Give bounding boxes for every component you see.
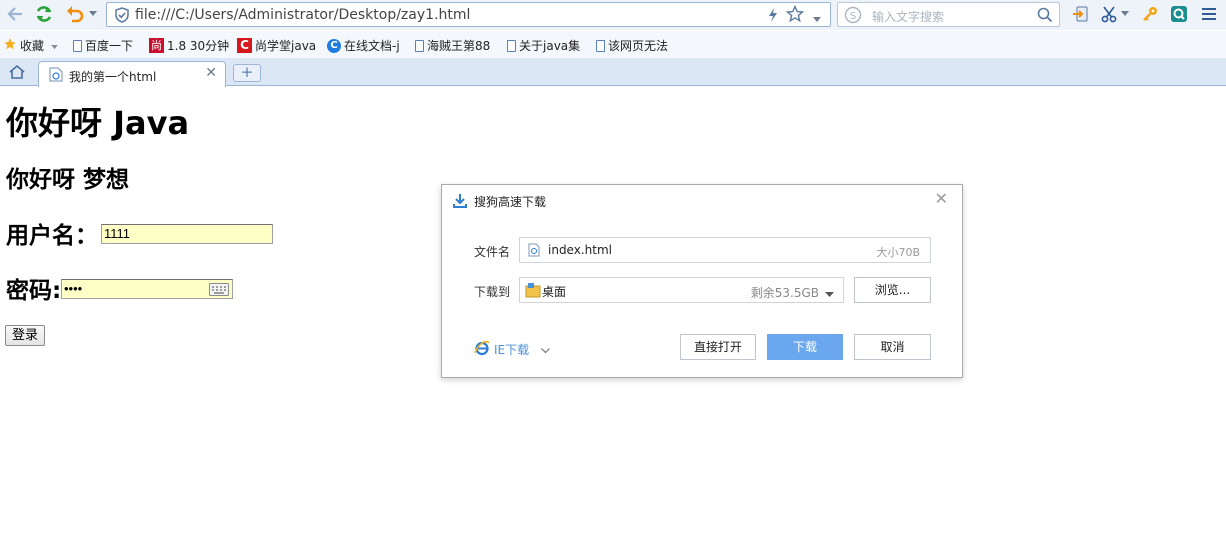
bookmark-label: 该网页无法 (608, 39, 669, 53)
address-text[interactable]: file:///C:/Users/Administrator/Desktop/z… (135, 7, 470, 23)
bookmarks-bar: 收藏 百度一下 尚 1.8 30分钟 C 尚学堂java C 在线文档-j 海贼… (0, 31, 1226, 58)
open-directly-button[interactable]: 直接打开 (680, 334, 756, 360)
magnifier-icon[interactable] (1037, 7, 1053, 26)
bookmark-item[interactable]: 尚 1.8 30分钟 (149, 37, 229, 54)
back-arrow-icon[interactable] (4, 3, 26, 25)
tab-active[interactable]: 我的第一个html ✕ (38, 61, 226, 87)
bookmark-item[interactable]: 海贼王第88 (415, 37, 490, 54)
lightning-icon[interactable] (767, 7, 779, 26)
favorites-label: 收藏 (20, 39, 45, 53)
ie-download-link[interactable]: IE下载 (474, 340, 551, 359)
bookmark-label: 1.8 30分钟 (167, 39, 230, 53)
sogou-search-icon[interactable]: S (844, 6, 862, 27)
c-red-icon: C (237, 38, 252, 53)
extension-orange-icon[interactable] (1070, 3, 1092, 25)
bookmark-label: 百度一下 (85, 39, 134, 53)
folder-icon (525, 282, 541, 301)
bookmark-item[interactable]: C 尚学堂java (237, 37, 316, 54)
bookmark-label: 关于java集 (519, 39, 581, 53)
svg-text:S: S (850, 11, 856, 22)
menu-icon[interactable] (1197, 3, 1221, 25)
cancel-button[interactable]: 取消 (854, 334, 931, 360)
ie-dropdown-icon[interactable] (541, 343, 551, 357)
page-favicon-icon (49, 67, 63, 85)
favorites-button[interactable]: 收藏 (3, 37, 58, 54)
download-dialog: 搜狗高速下载 ✕ 文件名 index.html 大小70B 下载到 桌面 剩余5… (441, 184, 963, 378)
tab-title: 我的第一个html (69, 70, 157, 84)
dialog-title: 搜狗高速下载 (474, 195, 547, 209)
page-icon (507, 39, 516, 52)
page-subheading: 你好呀 梦想 (6, 167, 130, 193)
scissors-dropdown-icon[interactable] (1120, 3, 1130, 25)
ie-download-label: IE下载 (494, 343, 530, 357)
close-tab-icon[interactable]: ✕ (205, 65, 217, 81)
keyboard-icon[interactable] (209, 283, 229, 299)
password-input[interactable]: •••• (61, 279, 233, 299)
download-arrow-icon (453, 193, 467, 211)
key-icon[interactable] (1140, 3, 1160, 25)
folder-dropdown-icon[interactable] (825, 287, 834, 301)
refresh-icon[interactable] (32, 3, 56, 25)
shang-red-icon: 尚 (149, 38, 164, 53)
search-box[interactable]: S 输入文字搜索 (837, 2, 1060, 27)
ie-icon (474, 340, 490, 359)
address-dropdown-icon[interactable] (813, 12, 821, 26)
star-filled-icon (3, 37, 17, 54)
page-icon (415, 39, 424, 52)
browser-toolbar: file:///C:/Users/Administrator/Desktop/z… (0, 0, 1226, 30)
download-button[interactable]: 下载 (767, 334, 843, 360)
undo-icon[interactable] (64, 3, 86, 25)
filesize-text: 大小70B (876, 246, 920, 259)
address-bar[interactable]: file:///C:/Users/Administrator/Desktop/z… (106, 2, 831, 27)
bookmark-item[interactable]: 百度一下 (73, 37, 133, 54)
search-placeholder: 输入文字搜索 (872, 10, 945, 24)
page-icon (596, 39, 605, 52)
bookmark-item[interactable]: 关于java集 (507, 37, 580, 54)
folder-value: 桌面 (542, 285, 567, 299)
html-file-icon (528, 243, 540, 260)
folder-select[interactable]: 桌面 剩余53.5GB (519, 277, 844, 303)
saveto-label: 下载到 (474, 285, 511, 299)
c-blue-icon: C (327, 38, 341, 53)
bookmark-label: 在线文档-j (344, 39, 400, 53)
bookmark-item[interactable]: C 在线文档-j (327, 37, 400, 54)
undo-dropdown-icon[interactable] (87, 3, 99, 25)
login-button[interactable]: 登录 (5, 325, 46, 346)
dialog-close-icon[interactable]: ✕ (935, 189, 948, 208)
bookmark-label: 尚学堂java (255, 39, 317, 53)
username-input[interactable]: 1111 (101, 224, 273, 244)
bookmark-label: 海贼王第88 (427, 39, 491, 53)
filename-label: 文件名 (474, 245, 511, 259)
page-icon (73, 39, 82, 52)
green-q-icon[interactable] (1168, 3, 1190, 25)
browse-button[interactable]: 浏览... (854, 277, 931, 303)
filename-value: index.html (548, 243, 612, 257)
favorites-dropdown-icon (51, 39, 58, 53)
new-tab-button[interactable]: + (233, 64, 261, 82)
star-icon[interactable] (785, 4, 805, 26)
filename-field[interactable]: index.html 大小70B (519, 237, 931, 263)
free-space-text: 剩余53.5GB (750, 286, 819, 300)
plus-icon: + (240, 63, 254, 81)
home-icon[interactable] (8, 64, 26, 83)
scissors-icon[interactable] (1099, 3, 1119, 25)
bookmark-item[interactable]: 该网页无法 (596, 37, 668, 54)
secure-shield-icon (114, 7, 130, 26)
password-dots: •••• (64, 281, 83, 296)
page-heading: 你好呀 Java (6, 104, 190, 142)
password-label: 密码: (6, 278, 62, 304)
tab-bar: 我的第一个html ✕ + (0, 58, 1226, 87)
username-label: 用户名： (6, 223, 98, 249)
